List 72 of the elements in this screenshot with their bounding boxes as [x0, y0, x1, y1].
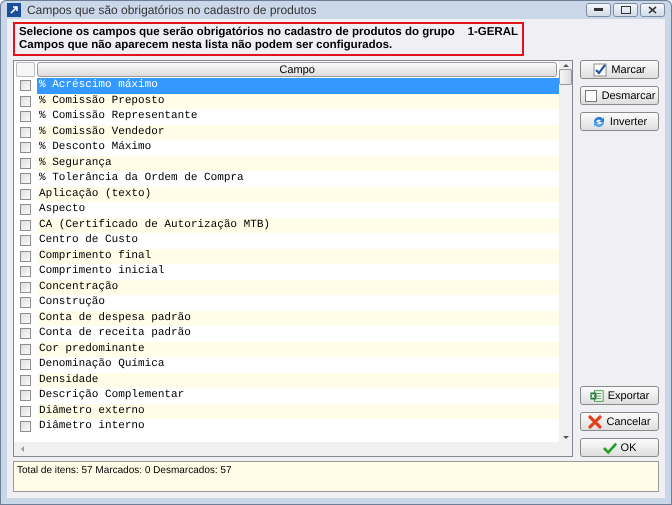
field-name[interactable]: % Comissão Vendedor: [37, 124, 559, 140]
row-checkbox[interactable]: [20, 266, 31, 278]
status-text: Total de itens: 57 Marcados: 0 Desmarcados: 57: [13, 461, 659, 492]
field-name[interactable]: % Comissão Preposto: [37, 94, 559, 109]
row-checkbox[interactable]: [20, 158, 31, 169]
row-checkbox[interactable]: [20, 406, 31, 417]
refresh-icon: [592, 114, 606, 128]
field-name[interactable]: Conta de receita padrão: [37, 326, 559, 342]
header-check-cell[interactable]: [16, 62, 36, 77]
checkbox-checked-icon: [593, 62, 608, 76]
row-checkbox[interactable]: [20, 297, 31, 308]
close-icon: [648, 6, 657, 14]
row-checkbox[interactable]: [20, 359, 31, 370]
row-checkbox[interactable]: [20, 312, 31, 324]
export-button[interactable]: Exportar: [580, 386, 659, 405]
row-checkbox[interactable]: [20, 188, 31, 200]
maximize-button[interactable]: [613, 3, 638, 17]
field-name[interactable]: CA (Certificado de Autorização MTB): [37, 218, 559, 233]
field-name[interactable]: Conta de despesa padrão: [37, 310, 559, 326]
field-name[interactable]: % Comissão Representante: [37, 109, 559, 124]
row-checkbox[interactable]: [20, 111, 31, 122]
row-checkbox[interactable]: [20, 173, 31, 184]
close-icon: [588, 414, 602, 428]
vertical-scrollbar[interactable]: [559, 61, 572, 442]
field-name[interactable]: % Desconto Máximo: [37, 140, 559, 156]
scroll-thumb[interactable]: [559, 69, 572, 85]
field-name[interactable]: Comprimento inicial: [37, 264, 559, 280]
field-name[interactable]: Comprimento final: [37, 248, 559, 264]
row-checkbox[interactable]: [20, 96, 31, 107]
field-name[interactable]: Cor predominante: [37, 342, 559, 357]
row-checkbox[interactable]: [20, 80, 31, 92]
field-name[interactable]: Construção: [37, 295, 559, 310]
row-checkbox[interactable]: [20, 344, 31, 355]
uncheck-button[interactable]: Desmarcar: [580, 86, 659, 105]
check-button[interactable]: Marcar: [580, 60, 659, 79]
maximize-icon: [620, 6, 630, 14]
field-name[interactable]: Densidade: [37, 372, 559, 388]
minimize-button[interactable]: [586, 3, 611, 17]
row-checkbox[interactable]: [20, 126, 31, 138]
field-name[interactable]: Denominação Química: [37, 357, 559, 372]
row-checkbox[interactable]: [20, 374, 31, 386]
checkbox-icon: [584, 88, 598, 102]
column-header[interactable]: Campo: [37, 62, 557, 77]
field-name[interactable]: Diâmetro interno: [37, 419, 559, 434]
field-name[interactable]: Aplicação (texto): [37, 186, 559, 202]
app-icon: [7, 3, 21, 17]
field-name[interactable]: % Segurança: [37, 156, 559, 171]
field-name[interactable]: Aspecto: [37, 202, 559, 218]
horizontal-scrollbar[interactable]: [14, 442, 572, 456]
field-name[interactable]: Diâmetro externo: [37, 404, 559, 419]
cancel-button[interactable]: Cancelar: [580, 412, 659, 431]
field-name[interactable]: % Tolerância da Ordem de Compra: [37, 171, 559, 186]
field-name[interactable]: Concentração: [37, 280, 559, 295]
row-checkbox[interactable]: [20, 204, 31, 216]
row-checkbox[interactable]: [20, 328, 31, 340]
row-checkbox[interactable]: [20, 390, 31, 402]
ok-button[interactable]: OK: [580, 438, 659, 457]
field-name[interactable]: Centro de Custo: [37, 233, 559, 248]
field-name[interactable]: Descrição Complementar: [37, 388, 559, 404]
minimize-icon: [594, 8, 603, 12]
row-checkbox[interactable]: [20, 235, 31, 246]
invert-button[interactable]: Inverter: [580, 112, 659, 131]
row-checkbox[interactable]: [20, 220, 31, 231]
row-checkbox[interactable]: [20, 250, 31, 262]
row-checkbox[interactable]: [20, 142, 31, 154]
window-title: Campos que são obrigatórios no cadastro de produtos: [27, 3, 318, 17]
close-button[interactable]: [640, 3, 665, 17]
row-checkbox[interactable]: [20, 282, 31, 293]
instruction-text: Selecione os campos que serão obrigatórios no cadastro de produtos do grupo 1-GERAL Campos que não aparecem nesta lista não podem ser configurados.: [13, 22, 524, 56]
spreadsheet-icon: [590, 388, 604, 402]
row-checkbox[interactable]: [20, 421, 31, 432]
checkmark-icon: [602, 440, 617, 454]
